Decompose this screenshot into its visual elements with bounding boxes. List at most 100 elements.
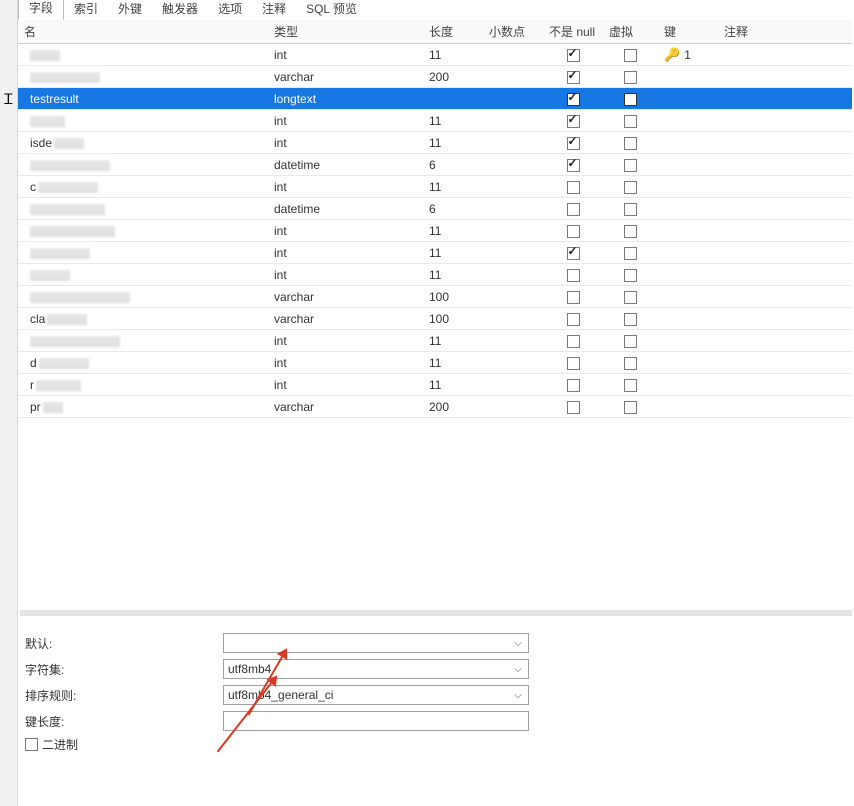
cell-type[interactable]: int (268, 44, 423, 66)
cell-key[interactable] (658, 132, 718, 154)
cell-key[interactable] (658, 242, 718, 264)
cell-decimals[interactable] (483, 352, 543, 374)
cell-length[interactable]: 11 (423, 374, 483, 396)
col-virtual[interactable]: 虚拟 (603, 20, 658, 44)
cell-comment[interactable] (718, 352, 852, 374)
notnull-checkbox[interactable] (567, 137, 580, 150)
cell-decimals[interactable] (483, 330, 543, 352)
cell-type[interactable]: datetime (268, 154, 423, 176)
cell-virtual[interactable] (603, 66, 658, 88)
binary-checkbox[interactable] (25, 738, 38, 751)
table-row[interactable]: clavarchar100 (18, 308, 852, 330)
cell-type[interactable]: datetime (268, 198, 423, 220)
cell-name[interactable] (18, 154, 268, 176)
table-row[interactable]: isdeint11 (18, 132, 852, 154)
cell-decimals[interactable] (483, 198, 543, 220)
notnull-checkbox[interactable] (567, 401, 580, 414)
cell-virtual[interactable] (603, 308, 658, 330)
cell-key[interactable] (658, 154, 718, 176)
cell-comment[interactable] (718, 330, 852, 352)
table-row[interactable]: varchar200 (18, 66, 852, 88)
cell-decimals[interactable] (483, 374, 543, 396)
table-row[interactable]: int11 (18, 264, 852, 286)
cell-name[interactable] (18, 66, 268, 88)
cell-name[interactable] (18, 286, 268, 308)
notnull-checkbox[interactable] (567, 335, 580, 348)
cell-virtual[interactable] (603, 242, 658, 264)
cell-decimals[interactable] (483, 264, 543, 286)
tab-options[interactable]: 选项 (208, 0, 252, 20)
cell-length[interactable]: 11 (423, 110, 483, 132)
cell-virtual[interactable] (603, 264, 658, 286)
tab-indexes[interactable]: 索引 (64, 0, 108, 20)
col-comment[interactable]: 注释 (718, 20, 852, 44)
table-row[interactable]: int11 (18, 330, 852, 352)
cell-decimals[interactable] (483, 396, 543, 418)
table-row[interactable]: varchar100 (18, 286, 852, 308)
table-row[interactable]: prvarchar200 (18, 396, 852, 418)
cell-type[interactable]: int (268, 176, 423, 198)
notnull-checkbox[interactable] (567, 379, 580, 392)
cell-name[interactable]: testresult (18, 88, 268, 110)
notnull-checkbox[interactable] (567, 247, 580, 260)
cell-key[interactable] (658, 374, 718, 396)
cell-key[interactable] (658, 308, 718, 330)
cell-decimals[interactable] (483, 88, 543, 110)
cell-length[interactable]: 100 (423, 308, 483, 330)
cell-comment[interactable] (718, 198, 852, 220)
cell-type[interactable]: varchar (268, 396, 423, 418)
cell-decimals[interactable] (483, 44, 543, 66)
charset-combo[interactable]: utf8mb4 ⌵ (223, 659, 529, 679)
cell-name[interactable] (18, 198, 268, 220)
keylen-input[interactable] (223, 711, 529, 731)
cell-notnull[interactable] (543, 242, 603, 264)
cell-key[interactable] (658, 220, 718, 242)
notnull-checkbox[interactable] (567, 71, 580, 84)
col-name[interactable]: 名 (18, 20, 268, 44)
cell-key[interactable] (658, 198, 718, 220)
cell-length[interactable] (423, 88, 483, 110)
cell-type[interactable]: int (268, 110, 423, 132)
cell-name[interactable]: isde (18, 132, 268, 154)
table-row[interactable]: rint11 (18, 374, 852, 396)
notnull-checkbox[interactable] (567, 49, 580, 62)
cell-decimals[interactable] (483, 110, 543, 132)
cell-notnull[interactable] (543, 132, 603, 154)
cell-key[interactable] (658, 352, 718, 374)
cell-virtual[interactable] (603, 44, 658, 66)
cell-type[interactable]: int (268, 352, 423, 374)
cell-length[interactable]: 6 (423, 154, 483, 176)
virtual-checkbox[interactable] (624, 335, 637, 348)
virtual-checkbox[interactable] (624, 225, 637, 238)
tab-triggers[interactable]: 触发器 (152, 0, 208, 20)
cell-name[interactable] (18, 44, 268, 66)
cell-length[interactable]: 11 (423, 44, 483, 66)
cell-length[interactable]: 11 (423, 242, 483, 264)
default-combo[interactable]: ⌵ (223, 633, 529, 653)
cell-name[interactable] (18, 242, 268, 264)
cell-comment[interactable] (718, 88, 852, 110)
cell-comment[interactable] (718, 286, 852, 308)
notnull-checkbox[interactable] (567, 357, 580, 370)
col-notnull[interactable]: 不是 null (543, 20, 603, 44)
cell-name[interactable]: cla (18, 308, 268, 330)
cell-name[interactable]: r (18, 374, 268, 396)
tab-comment[interactable]: 注释 (252, 0, 296, 20)
notnull-checkbox[interactable] (567, 115, 580, 128)
cell-notnull[interactable] (543, 308, 603, 330)
cell-virtual[interactable] (603, 352, 658, 374)
cell-virtual[interactable] (603, 220, 658, 242)
cell-notnull[interactable] (543, 374, 603, 396)
collation-combo[interactable]: utf8mb4_general_ci ⌵ (223, 685, 529, 705)
notnull-checkbox[interactable] (567, 225, 580, 238)
cell-type[interactable]: varchar (268, 308, 423, 330)
cell-length[interactable]: 200 (423, 396, 483, 418)
cell-decimals[interactable] (483, 66, 543, 88)
cell-notnull[interactable] (543, 286, 603, 308)
cell-key[interactable] (658, 176, 718, 198)
col-key[interactable]: 键 (658, 20, 718, 44)
cell-virtual[interactable] (603, 132, 658, 154)
cell-notnull[interactable] (543, 88, 603, 110)
cell-length[interactable]: 11 (423, 176, 483, 198)
virtual-checkbox[interactable] (624, 93, 637, 106)
